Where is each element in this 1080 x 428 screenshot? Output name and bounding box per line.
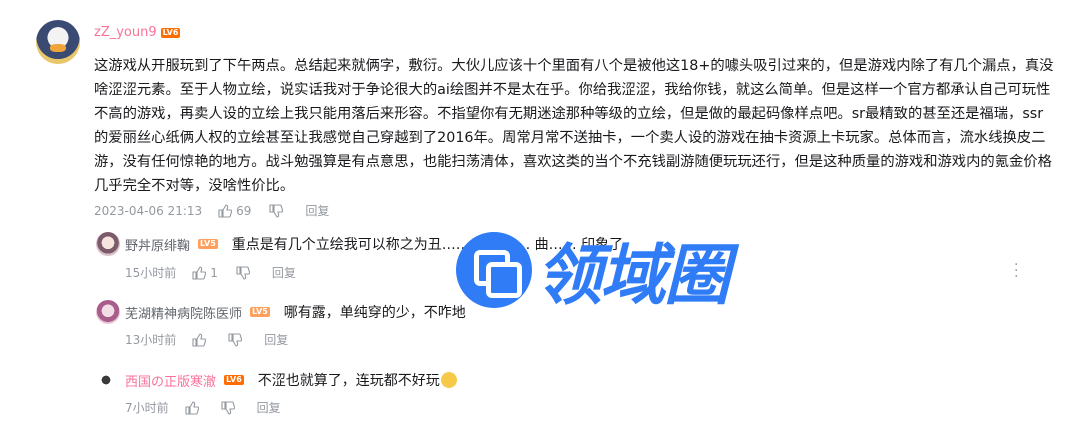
reply-button[interactable]: 回复 xyxy=(305,202,329,219)
comment-time: 2023-04-06 21:13 xyxy=(94,203,203,218)
reply-line: 野丼原绯鞠 LV5 重点是有几个立绘我可以称之为丑…… 真…的… 曲…… 印象了 xyxy=(125,234,623,254)
comment-meta: 2023-04-06 21:13 69 回复 xyxy=(94,202,329,219)
reply-username[interactable]: 芜湖精神病院陈医师 xyxy=(125,303,242,322)
reply-line: 西国の正版寒澈 LV6 不涩也就算了，连玩都不好玩 xyxy=(125,370,457,390)
reply-line: 芜湖精神病院陈医师 LV5 哪有露，单纯穿的少，不咋地 xyxy=(125,302,466,322)
reply-button[interactable]: 回复 xyxy=(272,264,296,281)
like-button[interactable] xyxy=(185,400,203,415)
reply-button[interactable]: 回复 xyxy=(264,331,288,348)
reply-text: 哪有露，单纯穿的少，不咋地 xyxy=(283,305,466,321)
dislike-button[interactable] xyxy=(228,332,246,347)
thumb-up-icon xyxy=(185,400,199,415)
thumb-up-icon xyxy=(218,203,233,218)
smile-emoji-icon xyxy=(440,372,457,388)
level-badge: LV6 xyxy=(224,375,244,385)
thumb-down-icon xyxy=(228,332,243,347)
level-badge: LV5 xyxy=(198,239,218,249)
reply-avatar[interactable] xyxy=(96,370,116,390)
avatar[interactable] xyxy=(36,20,80,64)
reply-avatar[interactable] xyxy=(96,300,120,324)
more-options-icon[interactable]: · · · xyxy=(1014,258,1018,284)
like-count: 1 xyxy=(210,265,218,280)
reply-time: 13小时前 xyxy=(125,333,177,347)
like-button[interactable] xyxy=(192,332,210,347)
reply-username[interactable]: 野丼原绯鞠 xyxy=(125,235,190,254)
like-count: 69 xyxy=(236,203,252,218)
dislike-button[interactable] xyxy=(269,203,287,218)
comment-text: 这游戏从开服玩到了下午两点。总结起来就俩字，敷衍。大伙儿应该十个里面有八个是被他… xyxy=(94,58,1054,194)
dislike-button[interactable] xyxy=(221,400,239,415)
username-text[interactable]: zZ_youn9 xyxy=(94,25,157,40)
reply-text: 不涩也就算了，连玩都不好玩 xyxy=(257,373,440,389)
reply-text: 重点是有几个立绘我可以称之为丑…… 真…的… 曲…… 印象了 xyxy=(231,237,624,253)
like-button[interactable]: 69 xyxy=(218,204,251,218)
reply-meta: 7小时前 回复 xyxy=(125,399,281,416)
comment-username[interactable]: zZ_youn9 LV6 xyxy=(94,25,181,40)
reply-button[interactable]: 回复 xyxy=(257,399,281,416)
reply-username[interactable]: 西国の正版寒澈 xyxy=(125,371,216,390)
thumb-up-icon xyxy=(192,332,207,347)
reply-meta: 15小时前 1 回复 xyxy=(125,264,296,281)
reply-time: 15小时前 xyxy=(125,266,177,280)
reply-meta: 13小时前 回复 xyxy=(125,331,288,348)
reply-avatar[interactable] xyxy=(96,232,120,256)
like-button[interactable]: 1 xyxy=(192,266,218,280)
level-badge: LV5 xyxy=(250,307,270,317)
dislike-button[interactable] xyxy=(236,265,254,280)
thumb-up-icon xyxy=(192,265,207,280)
thumb-down-icon xyxy=(269,203,284,218)
level-badge: LV6 xyxy=(160,27,181,38)
thumb-down-icon xyxy=(221,400,235,415)
thumb-down-icon xyxy=(236,265,250,280)
reply-time: 7小时前 xyxy=(125,401,169,415)
